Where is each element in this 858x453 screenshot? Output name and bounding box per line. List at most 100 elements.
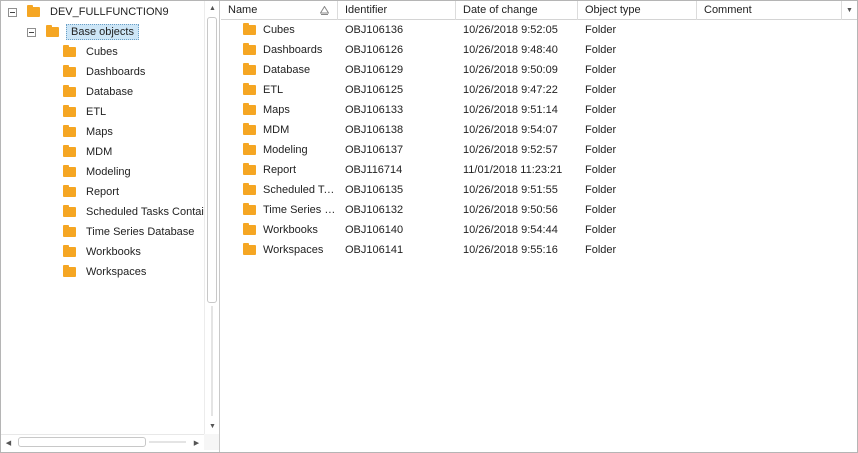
tree-node-item[interactable]: Workspaces (63, 263, 149, 281)
cell-name: Database (243, 60, 339, 80)
tree-node-item[interactable]: ETL (63, 103, 109, 121)
tree-node-item[interactable]: Modeling (63, 163, 134, 181)
folder-icon (63, 205, 76, 217)
scrollbar-thumb[interactable] (207, 17, 217, 303)
folder-icon (243, 223, 256, 235)
scroll-up-arrow-icon[interactable]: ▲ (205, 1, 219, 16)
table-row[interactable]: Scheduled Ta… OBJ106135 10/26/2018 9:51:55… (221, 180, 857, 200)
tree-node-root[interactable]: DEV_FULLFUNCTION9 (8, 3, 172, 21)
cell-name-text: Report (263, 164, 297, 176)
cell-name-text: Maps (263, 104, 290, 116)
tree-node-item[interactable]: Maps (63, 123, 116, 141)
tree-node-label[interactable]: Database (83, 85, 136, 99)
column-header-label: Name (228, 4, 258, 16)
column-header-label: Comment (704, 4, 752, 16)
cell-name-text: Database (263, 64, 311, 76)
tree-node-label[interactable]: Workspaces (83, 265, 149, 279)
cell-date: 10/26/2018 9:47:22 (463, 84, 558, 96)
cell-name-text: ETL (263, 84, 284, 96)
scroll-right-arrow-icon[interactable]: ▶ (189, 435, 204, 450)
cell-object-type: Folder (585, 184, 617, 196)
table-row[interactable]: MDM OBJ106138 10/26/2018 9:54:07 Folder (221, 120, 857, 140)
table-row[interactable]: Dashboards OBJ106126 10/26/2018 9:48:40 Fol… (221, 40, 857, 60)
table-row[interactable]: Workbooks OBJ106140 10/26/2018 9:54:44 Fold… (221, 220, 857, 240)
tree-node-item[interactable]: Time Series Database (63, 223, 197, 241)
collapse-icon[interactable] (8, 7, 17, 17)
table-row[interactable]: Database OBJ106129 10/26/2018 9:50:09 Folde… (221, 60, 857, 80)
folder-icon (243, 23, 256, 35)
table-row[interactable]: Modeling OBJ106137 10/26/2018 9:52:57 Folde… (221, 140, 857, 160)
cell-date: 10/26/2018 9:50:56 (463, 204, 558, 216)
column-menu-chevron-down-icon[interactable]: ▼ (841, 1, 857, 20)
tree-vertical-scrollbar[interactable]: ▲ ▼ (204, 1, 219, 434)
column-header-date[interactable]: Date of change (456, 1, 578, 20)
tree-node-item[interactable]: MDM (63, 143, 115, 161)
folder-icon (63, 105, 76, 117)
column-header-object-type[interactable]: Object type (578, 1, 697, 20)
cell-identifier: OBJ106135 (345, 184, 404, 196)
tree-node-label[interactable]: Scheduled Tasks Contai (83, 205, 204, 219)
tree-node-item[interactable]: Workbooks (63, 243, 144, 261)
cell-identifier: OBJ106126 (345, 44, 404, 56)
cell-name-text: Modeling (263, 144, 308, 156)
tree-horizontal-scrollbar[interactable]: ◀ ▶ (1, 434, 204, 450)
tree-node-label[interactable]: Cubes (83, 45, 121, 59)
cell-date: 10/26/2018 9:52:57 (463, 144, 558, 156)
table-row[interactable]: Maps OBJ106133 10/26/2018 9:51:14 Folder (221, 100, 857, 120)
cell-identifier: OBJ106132 (345, 204, 404, 216)
cell-identifier: OBJ106138 (345, 124, 404, 136)
tree-node-label[interactable]: Workbooks (83, 245, 144, 259)
scrollbar-thumb[interactable] (18, 437, 146, 447)
scroll-left-arrow-icon[interactable]: ◀ (1, 435, 16, 450)
cell-name: Maps (243, 100, 339, 120)
table-row[interactable]: Cubes OBJ106136 10/26/2018 9:52:05 Folder (221, 20, 857, 40)
folder-icon (63, 165, 76, 177)
cell-date: 10/26/2018 9:51:14 (463, 104, 558, 116)
table-row[interactable]: ETL OBJ106125 10/26/2018 9:47:22 Folder (221, 80, 857, 100)
tree-node-item[interactable]: Report (63, 183, 122, 201)
column-header-label: Date of change (463, 4, 538, 16)
cell-name: Scheduled Ta… (243, 180, 339, 200)
tree-node-label[interactable]: Dashboards (83, 65, 148, 79)
cell-identifier: OBJ116714 (345, 164, 403, 176)
tree-node-item[interactable]: Cubes (63, 43, 121, 61)
tree-node-label[interactable]: MDM (83, 145, 115, 159)
folder-icon (243, 123, 256, 135)
tree-node-item[interactable]: Scheduled Tasks Contai (63, 203, 204, 221)
cell-identifier: OBJ106125 (345, 84, 404, 96)
cell-name-text: Scheduled Ta… (263, 184, 339, 196)
column-header-identifier[interactable]: Identifier (338, 1, 456, 20)
cell-identifier: OBJ106133 (345, 104, 404, 116)
tree-node-label[interactable]: Base objects (66, 24, 139, 40)
tree-node-item[interactable]: Database (63, 83, 136, 101)
table-row[interactable]: Workspaces OBJ106141 10/26/2018 9:55:16 Fol… (221, 240, 857, 260)
folder-icon (243, 163, 256, 175)
cell-name-text: Dashboards (263, 44, 323, 56)
cell-date: 10/26/2018 9:54:44 (463, 224, 558, 236)
column-header-name[interactable]: Name (221, 1, 338, 20)
folder-icon (63, 185, 76, 197)
explorer-window: DEV_FULLFUNCTION9 Base objects Cubes Dash… (0, 0, 858, 453)
cell-identifier: OBJ106136 (345, 24, 404, 36)
tree-node-label[interactable]: Report (83, 185, 122, 199)
cell-identifier: OBJ106140 (345, 224, 404, 236)
cell-name: Report (243, 160, 339, 180)
table-row[interactable]: Report OBJ116714 11/01/2018 11:23:21 Folder (221, 160, 857, 180)
table-row[interactable]: Time Series … OBJ106132 10/26/2018 9:50:56… (221, 200, 857, 220)
cell-identifier: OBJ106141 (345, 244, 404, 256)
tree-node-base-objects[interactable]: Base objects (27, 23, 139, 41)
cell-object-type: Folder (585, 104, 617, 116)
folder-icon (63, 65, 76, 77)
tree-node-label[interactable]: Modeling (83, 165, 134, 179)
column-header-comment[interactable]: Comment (697, 1, 841, 20)
scrollbar-track (211, 306, 213, 416)
scroll-down-arrow-icon[interactable]: ▼ (205, 419, 219, 434)
cell-name: Cubes (243, 20, 339, 40)
tree-node-label[interactable]: Maps (83, 125, 116, 139)
tree-node-label[interactable]: ETL (83, 105, 109, 119)
tree-node-item[interactable]: Dashboards (63, 63, 148, 81)
tree-node-label[interactable]: DEV_FULLFUNCTION9 (47, 5, 172, 19)
collapse-icon[interactable] (27, 27, 36, 37)
cell-name: MDM (243, 120, 339, 140)
tree-node-label[interactable]: Time Series Database (83, 225, 197, 239)
